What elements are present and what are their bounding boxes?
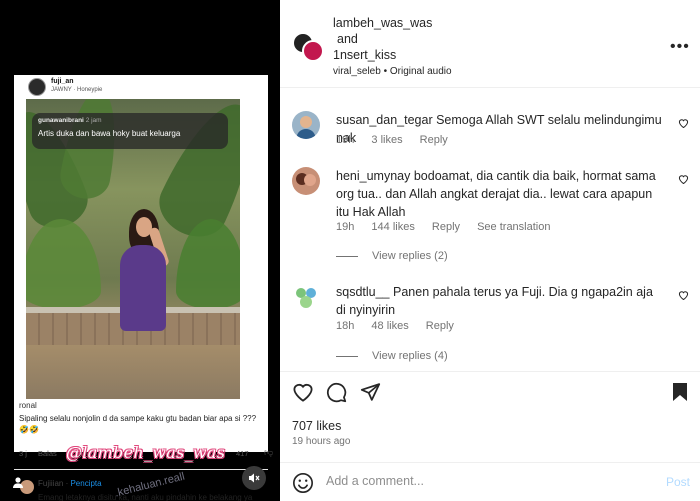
- heart-icon[interactable]: [678, 174, 689, 187]
- heart-icon[interactable]: [678, 118, 689, 131]
- creator-badge: Pencipta: [70, 479, 102, 488]
- overlay-divider: [14, 469, 268, 470]
- replies-line: [336, 355, 358, 357]
- leaf-shape: [26, 219, 101, 309]
- replies-line: [336, 255, 358, 257]
- comment-bubble-icon[interactable]: [326, 382, 347, 408]
- view-replies-button[interactable]: View replies (2): [336, 250, 448, 262]
- overlay-comment1-user: ronal: [19, 401, 37, 410]
- photo-comment-time: 2 jam: [85, 117, 102, 124]
- audio-label-link[interactable]: Original audio: [390, 66, 452, 77]
- reply-button[interactable]: Reply: [432, 221, 460, 233]
- card-username: fuji_an: [51, 78, 74, 85]
- overlay-comment1-reply: Balas: [38, 449, 57, 458]
- tagged-user-icon[interactable]: [12, 476, 24, 491]
- overlay-comment1-count: 417: [236, 449, 249, 458]
- person-outfit: [120, 245, 166, 331]
- post-button[interactable]: Post: [666, 475, 690, 489]
- comment-username[interactable]: heni_umynay: [336, 169, 410, 183]
- card-header: fuji_an JAWNY · Honeypie: [14, 75, 268, 99]
- view-replies-button[interactable]: View replies (4): [336, 350, 448, 362]
- author-link[interactable]: 1nsert_kiss: [333, 48, 396, 62]
- author-link[interactable]: lambeh_was_was: [333, 16, 432, 30]
- comment-likes[interactable]: 3 likes: [371, 134, 402, 146]
- comment-likes[interactable]: 144 likes: [371, 221, 414, 233]
- collab-avatars[interactable]: [292, 32, 328, 62]
- watermark-text: @lambeh_was_was: [66, 443, 226, 462]
- emoji-icon[interactable]: [292, 472, 314, 499]
- comment-meta: 19h 144 likes Reply See translation: [336, 221, 564, 233]
- post-sidebar: lambeh_was_was and 1nsert_kiss viral_sel…: [280, 0, 700, 501]
- overlay-comment2-user: Fujiiian: [38, 479, 64, 488]
- overlay-comment1-time: 3 j: [19, 449, 27, 458]
- audio-line: viral_seleb • Original audio: [333, 66, 452, 77]
- post-actions: 707 likes 19 hours ago: [280, 371, 700, 461]
- comment-username[interactable]: sqsdtlu__: [336, 285, 390, 299]
- comment-username[interactable]: susan_dan_tegar: [336, 113, 433, 127]
- post-header: lambeh_was_was and 1nsert_kiss viral_sel…: [280, 0, 700, 88]
- comment-meta: 19h 3 likes Reply: [336, 134, 462, 146]
- add-comment-bar: Add a comment... Post: [280, 462, 700, 501]
- overlay-comment2-text: Emang letaknya disitu ka, nanti aku pind…: [38, 493, 253, 501]
- share-paper-plane-icon[interactable]: [360, 382, 381, 407]
- overlay-comment1-text: Sipaling selalu nonjolin d da sampe kaku…: [19, 414, 257, 434]
- post-timestamp[interactable]: 19 hours ago: [292, 436, 350, 447]
- comment-text: heni_umynay bodoamat, dia cantik dia bai…: [336, 167, 666, 221]
- audio-owner-link[interactable]: viral_seleb: [333, 66, 381, 77]
- comment-time: 19h: [336, 221, 355, 233]
- and-label: and: [337, 32, 358, 46]
- speaker-muted-icon: [249, 473, 260, 483]
- screenshot-card: fuji_an JAWNY · Honeypie gunawanibrani 2…: [14, 75, 273, 501]
- thumbs-down-icon: 👎︎: [264, 447, 274, 457]
- comments-list: susan_dan_tegar Semoga Allah SWT selalu …: [280, 89, 700, 371]
- photo-comment-user: gunawanibrani: [38, 117, 84, 124]
- photo-comment-bubble: gunawanibrani 2 jam Artis duka dan bawa …: [32, 113, 228, 149]
- like-heart-icon[interactable]: [292, 382, 314, 407]
- view-replies-label: View replies (4): [372, 350, 448, 362]
- comment-likes[interactable]: 48 likes: [371, 320, 408, 332]
- comment-time: 19h: [336, 134, 355, 146]
- comment-text: sqsdtlu__ Panen pahala terus ya Fuji. Di…: [336, 283, 666, 319]
- reply-button[interactable]: Reply: [426, 320, 454, 332]
- overlay-comment2-header: Fujiiian · Pencipta: [38, 479, 102, 488]
- avatar[interactable]: [292, 111, 320, 139]
- see-translation-link[interactable]: See translation: [477, 221, 550, 233]
- comment-time: 18h: [336, 320, 355, 332]
- avatar: [302, 40, 324, 62]
- avatar[interactable]: [292, 283, 320, 311]
- comment-meta: 18h 48 likes Reply: [336, 320, 468, 332]
- heart-icon[interactable]: [678, 290, 689, 303]
- post-media[interactable]: fuji_an JAWNY · Honeypie gunawanibrani 2…: [0, 0, 280, 501]
- bookmark-icon[interactable]: [672, 382, 688, 407]
- view-replies-label: View replies (2): [372, 250, 448, 262]
- card-avatar: [28, 78, 46, 96]
- photo-comment-text: Artis duka dan bawa hoky buat keluarga: [38, 129, 181, 138]
- mute-button[interactable]: [242, 466, 266, 490]
- likes-count[interactable]: 707 likes: [292, 419, 341, 433]
- more-options-icon[interactable]: •••: [670, 38, 690, 56]
- avatar[interactable]: [292, 167, 320, 195]
- comment-input[interactable]: Add a comment...: [326, 474, 424, 488]
- reply-button[interactable]: Reply: [420, 134, 448, 146]
- card-song: JAWNY · Honeypie: [51, 87, 103, 93]
